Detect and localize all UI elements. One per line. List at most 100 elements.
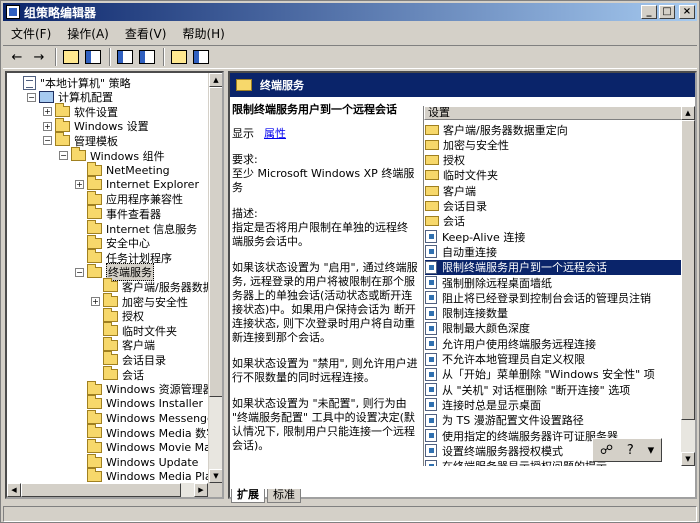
menu-help[interactable]: 帮助(H)	[174, 25, 232, 42]
scroll-thumb[interactable]	[681, 120, 695, 420]
minimize-button[interactable]: _	[641, 5, 657, 19]
scroll-right-icon[interactable]: ▶	[194, 483, 208, 497]
list-item[interactable]: 客户端	[425, 183, 683, 198]
pin-icon[interactable]: ☍	[600, 443, 613, 458]
list-item[interactable]: 允许用户使用终端服务远程连接	[425, 336, 683, 351]
list-item-label: 从 "关机" 对话框删除 "断开连接" 选项	[442, 383, 631, 397]
settings-list: 设置 客户端/服务器数据重定向 加密与安全性 授权 临时文件夹 客户端 会话目录 会话 Kee…	[423, 106, 695, 466]
tree-node-label: NetMeeting	[106, 163, 170, 177]
menu-file[interactable]: 文件(F)	[3, 25, 59, 42]
policy-setting-icon	[425, 413, 437, 427]
list-item-label: 临时文件夹	[443, 169, 498, 183]
scroll-thumb[interactable]	[209, 87, 222, 397]
expand-icon[interactable]: +	[43, 107, 52, 117]
list-item[interactable]: 自动重连接	[425, 244, 683, 259]
list-item-label: 客户端	[443, 184, 476, 198]
policy-setting-icon	[425, 367, 437, 381]
folder-icon	[425, 201, 439, 211]
tree-node[interactable]: 客户端	[91, 336, 155, 353]
maximize-button[interactable]: □	[659, 5, 675, 19]
collapse-icon[interactable]: −	[59, 151, 68, 160]
expand-icon[interactable]: +	[43, 121, 52, 131]
close-button[interactable]: ×	[679, 5, 695, 19]
list-item[interactable]: 限制连接数量	[425, 306, 683, 321]
scroll-up-icon[interactable]: ▲	[209, 73, 222, 87]
list-item[interactable]: 客户端/服务器数据重定向	[425, 122, 683, 137]
extended-view-icon[interactable]	[191, 47, 211, 67]
folder-icon	[87, 205, 102, 220]
folder-icon	[103, 351, 118, 366]
list-item[interactable]: Keep-Alive 连接	[425, 229, 683, 244]
tab-standard[interactable]: 标准	[267, 489, 301, 503]
folder-icon	[87, 453, 102, 468]
policy-setting-icon	[425, 245, 437, 259]
scroll-thumb[interactable]	[21, 483, 181, 497]
list-item[interactable]: 从 "关机" 对话框删除 "断开连接" 选项	[425, 382, 683, 397]
show-label: 显示	[232, 127, 254, 140]
show-hide-tree-icon[interactable]	[83, 47, 103, 67]
list-item[interactable]: 连接时总是显示桌面	[425, 397, 683, 412]
list-item[interactable]: 强制删除远程桌面墙纸	[425, 275, 683, 290]
list-item[interactable]: 阻止将已经登录到控制台会话的管理员注销	[425, 290, 683, 305]
folder-icon	[87, 176, 102, 191]
folder-icon	[425, 170, 439, 181]
list-item[interactable]: 限制最大颜色深度	[425, 321, 683, 336]
tree-node[interactable]: − Windows 组件	[59, 147, 165, 163]
list-item[interactable]: 加密与安全性	[425, 137, 683, 152]
tree-node[interactable]: 会话	[91, 366, 144, 382]
help-icon[interactable]: ?	[627, 443, 634, 458]
dropdown-icon[interactable]: ▾	[648, 443, 655, 458]
menu-action[interactable]: 操作(A)	[59, 25, 117, 42]
expand-icon[interactable]: +	[91, 297, 100, 306]
list-item-label: 加密与安全性	[443, 138, 509, 152]
expand-icon[interactable]: +	[75, 180, 84, 190]
scroll-down-icon[interactable]: ▼	[681, 452, 695, 466]
tree-node[interactable]: − 终端服务	[75, 263, 154, 282]
scroll-left-icon[interactable]: ◀	[7, 483, 21, 497]
tree-vertical-scrollbar[interactable]: ▲ ▼	[208, 73, 222, 483]
requirement-text: 要求: 至少 Microsoft Windows XP 终端服务	[232, 153, 415, 194]
list-item[interactable]: 会话	[425, 214, 683, 229]
tree-node-label: Windows Messenger	[106, 411, 208, 425]
tree-horizontal-scrollbar[interactable]: ◀ ▶	[7, 483, 208, 497]
list-item[interactable]: 从「开始」菜单删除 "Windows 安全性" 项	[425, 367, 683, 382]
column-header-setting[interactable]: 设置	[424, 106, 684, 120]
collapse-icon[interactable]: −	[27, 92, 36, 102]
list-item[interactable]: 限制终端服务用户到一个远程会话	[425, 259, 683, 275]
collapse-icon[interactable]: −	[43, 136, 52, 146]
tree-node[interactable]: Windows Media Player	[75, 468, 208, 483]
tree-node[interactable]: "本地计算机" 策略	[11, 75, 131, 90]
tree-node[interactable]: − 管理模板	[43, 132, 118, 148]
folder-icon	[425, 124, 439, 135]
list-item[interactable]: 为 TS 漫游配置文件设置路径	[425, 413, 683, 428]
folder-icon	[87, 439, 102, 453]
list-item[interactable]: 会话目录	[425, 199, 683, 214]
list-item[interactable]: 临时文件夹	[425, 168, 683, 183]
tab-extended[interactable]: 扩展	[231, 489, 265, 503]
list-item-label: 为 TS 漫游配置文件设置路径	[442, 414, 584, 428]
up-folder-icon[interactable]	[61, 47, 81, 67]
pane-header-title: 终端服务	[260, 79, 304, 92]
tree-node[interactable]: − 计算机配置	[27, 90, 113, 105]
export-list-icon[interactable]	[137, 47, 157, 67]
back-button[interactable]: ←	[7, 47, 27, 67]
console-tree: "本地计算机" 策略 − 计算机配置 + 软件设置 + Windows 设置 − 管理模板 − Wi…	[5, 71, 224, 499]
folder-icon	[425, 139, 439, 150]
help-icon[interactable]	[169, 47, 189, 67]
list-item[interactable]: 不允许本地管理员自定义权限	[425, 352, 683, 367]
title-bar[interactable]: 组策略编辑器 _ □ ×	[3, 3, 697, 21]
properties-link[interactable]: 属性	[264, 127, 286, 140]
properties-icon[interactable]	[115, 47, 135, 67]
list-item[interactable]: 授权	[425, 153, 683, 168]
tree-node-label: Windows Movie Maker	[106, 441, 208, 454]
tree-node[interactable]: 授权	[91, 307, 144, 324]
policy-icon	[23, 75, 36, 90]
list-item-label: 允许用户使用终端服务远程连接	[442, 337, 596, 351]
list-vertical-scrollbar[interactable]: ▲ ▼	[681, 106, 695, 466]
menu-view[interactable]: 查看(V)	[117, 25, 175, 42]
scroll-up-icon[interactable]: ▲	[681, 106, 695, 120]
tree-node-label: 应用程序兼容性	[106, 193, 183, 207]
collapse-icon[interactable]: −	[75, 267, 84, 277]
forward-button[interactable]: →	[29, 47, 49, 67]
scroll-down-icon[interactable]: ▼	[209, 469, 222, 483]
